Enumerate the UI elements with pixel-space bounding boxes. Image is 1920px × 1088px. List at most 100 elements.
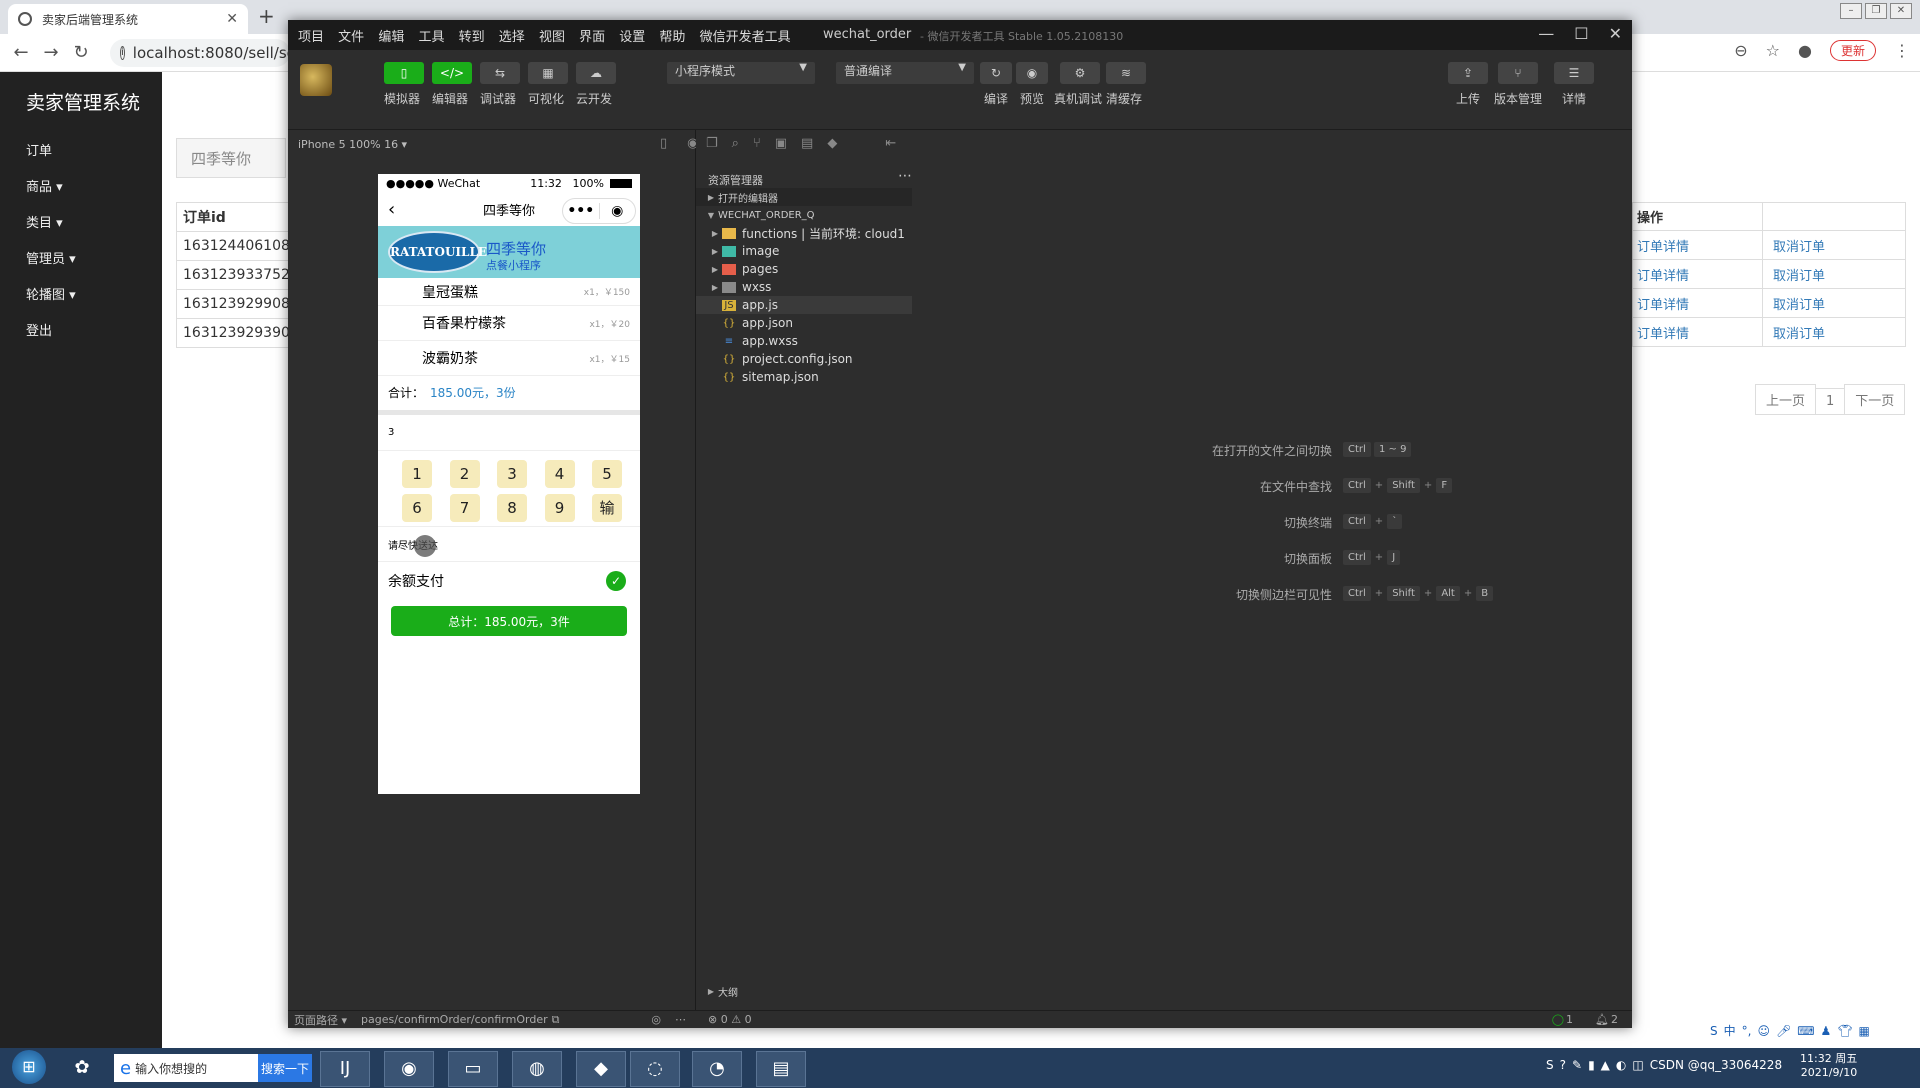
close-icon[interactable]: ✕ [1609,24,1622,43]
key-button[interactable]: 5 [592,460,622,488]
ime-mic-icon[interactable]: 🎤︎ [1776,1024,1791,1038]
back-icon[interactable]: ← [6,42,36,63]
remote-debug-icon[interactable]: ⚙ [1060,62,1100,84]
key-button[interactable]: 3 [497,460,527,488]
debugger-toggle-icon[interactable]: ⇆ [480,62,520,84]
minimize-icon[interactable]: – [1840,3,1862,19]
ime-keyboard-icon[interactable]: ⌨ [1797,1024,1814,1038]
menu-item-view[interactable]: 视图 [539,30,565,45]
maximize-icon[interactable]: ☐ [1574,24,1588,43]
order-detail-link[interactable]: 订单详情 [1633,231,1763,259]
firefox-icon[interactable]: ◉ [384,1051,434,1087]
bell-icon[interactable]: 🔔︎ [1595,1013,1609,1026]
seller-brand[interactable]: 卖家管理系统 [26,88,140,115]
close-tab-icon[interactable]: ✕ [226,11,238,27]
check-circle-icon[interactable]: ◯ [1552,1013,1564,1026]
update-button[interactable]: 更新 [1829,40,1876,61]
app-icon[interactable]: ✿ [58,1051,106,1087]
address-bar[interactable]: i localhost:8080/sell/se [110,39,296,67]
key-button[interactable]: 7 [449,494,480,522]
tree-item-image[interactable]: ▶ image [696,242,912,260]
sogou-icon[interactable]: S [1546,1058,1554,1072]
ime-punct-icon[interactable]: °, [1742,1024,1752,1038]
source-control-icon[interactable]: ⑂ [753,136,761,151]
version-icon[interactable]: ⑂ [1498,62,1538,84]
key-button[interactable]: 8 [497,494,527,522]
open-editors-section[interactable]: ▶ 打开的编辑器 [696,188,912,206]
tree-item-wxss[interactable]: ▶ wxss [696,278,912,296]
reload-icon[interactable]: ↻ [66,42,96,63]
database-icon[interactable]: ▤ [801,136,813,151]
files-icon[interactable]: ❐ [706,136,718,151]
compile-select[interactable]: 普通编译 ▼ [836,62,974,84]
folder-icon[interactable]: ◆ [576,1051,626,1087]
page-number-button[interactable]: 1 [1815,388,1846,415]
visual-toggle-icon[interactable]: ▦ [528,62,568,84]
cancel-order-link[interactable]: 取消订单 [1763,294,1825,313]
app-icon[interactable]: ▤ [756,1051,806,1087]
cloud-dev-icon[interactable]: ☁ [576,62,616,84]
show-hidden-icon[interactable]: ▲ [1601,1058,1610,1072]
prev-page-button[interactable]: 上一页 [1755,384,1817,415]
copy-icon[interactable]: ⧉ [552,1013,560,1027]
menu-item-tools[interactable]: 工具 [418,30,444,45]
browser-tab[interactable]: 卖家后端管理系统 ✕ [8,4,248,34]
menu-icon[interactable]: ⋮ [1894,41,1910,60]
mode-select[interactable]: 小程序模式 ▼ [667,62,815,84]
info-icon[interactable]: i [120,46,125,60]
payment-method-row[interactable]: 余额支付 ✓ [378,562,640,600]
key-button[interactable]: 1 [402,460,432,488]
order-detail-link[interactable]: 订单详情 [1633,289,1763,317]
capsule-menu[interactable]: ••• ◉ [562,198,636,224]
menu-item-project[interactable]: 项目 [298,30,324,45]
avatar[interactable] [300,64,332,96]
forward-icon[interactable]: → [36,42,66,63]
sidebar-item-banners[interactable]: 轮播图 ▾ [26,284,76,303]
zoom-icon[interactable]: ⊖ [1734,41,1747,60]
sogou-icon[interactable]: S [1710,1024,1718,1038]
new-tab-button[interactable]: + [258,4,275,28]
tree-item-pages[interactable]: ▶ pages [696,260,912,278]
sidebar-item-logout[interactable]: 登出 [26,320,52,339]
problems-count[interactable]: ⊗ 0 ⚠ 0 [708,1013,752,1026]
project-section[interactable]: ▼ WECHAT_ORDER_Q [696,206,912,224]
battery-icon[interactable]: ▮ [1588,1058,1595,1072]
menu-item-select[interactable]: 选择 [499,30,525,45]
key-button[interactable]: 6 [402,494,432,522]
details-icon[interactable]: ☰ [1554,62,1594,84]
editor-toggle-icon[interactable]: </> [432,62,472,84]
sidebar-item-orders[interactable]: 订单 [26,140,52,159]
cancel-order-link[interactable]: 取消订单 [1763,236,1825,255]
close-icon[interactable]: ✕ [1890,3,1912,19]
outline-section[interactable]: ▶ 大纲 [696,982,912,1000]
menu-item-file[interactable]: 文件 [338,30,364,45]
page-path-label[interactable]: 页面路径 ▾ [294,1012,347,1028]
order-search-input[interactable]: 四季等你 [176,138,286,178]
menu-item-help[interactable]: 帮助 [659,30,685,45]
close-miniapp-icon[interactable]: ◉ [598,203,636,219]
cancel-order-link[interactable]: 取消订单 [1763,265,1825,284]
wechat-devtools-icon[interactable]: ◔ [692,1051,742,1087]
star-icon[interactable]: ☆ [1766,41,1780,60]
taskbar-search-button[interactable]: 搜索一下 [258,1054,312,1082]
collapse-icon[interactable]: ⇤ [885,136,896,151]
ime-menu-icon[interactable]: ▦ [1859,1024,1870,1038]
chrome-icon[interactable]: ◍ [512,1051,562,1087]
tree-item-sitemap[interactable]: {} sitemap.json [696,368,912,386]
more-icon[interactable]: ⋯ [898,168,912,184]
intellij-icon[interactable]: IJ [320,1051,370,1087]
cancel-order-link[interactable]: 取消订单 [1763,323,1825,342]
tray-app-icon[interactable]: ◐ [1616,1058,1626,1072]
tree-item-app-json[interactable]: {} app.json [696,314,912,332]
key-button[interactable]: 9 [544,494,575,522]
key-button[interactable]: 输 [592,494,622,522]
ime-emoji-icon[interactable]: ☺ [1757,1024,1770,1038]
ime-skin-icon[interactable]: 👕︎ [1837,1024,1852,1038]
more-icon[interactable]: ⋯ [675,1013,686,1026]
docker-icon[interactable]: ◆ [827,136,837,151]
key-button[interactable]: 4 [544,460,575,488]
order-detail-link[interactable]: 订单详情 [1633,318,1763,346]
menu-item-wechat-devtools[interactable]: 微信开发者工具 [700,30,791,45]
upload-icon[interactable]: ⇪ [1448,62,1488,84]
submit-order-button[interactable]: 总计：185.00元，3件 [391,606,627,636]
